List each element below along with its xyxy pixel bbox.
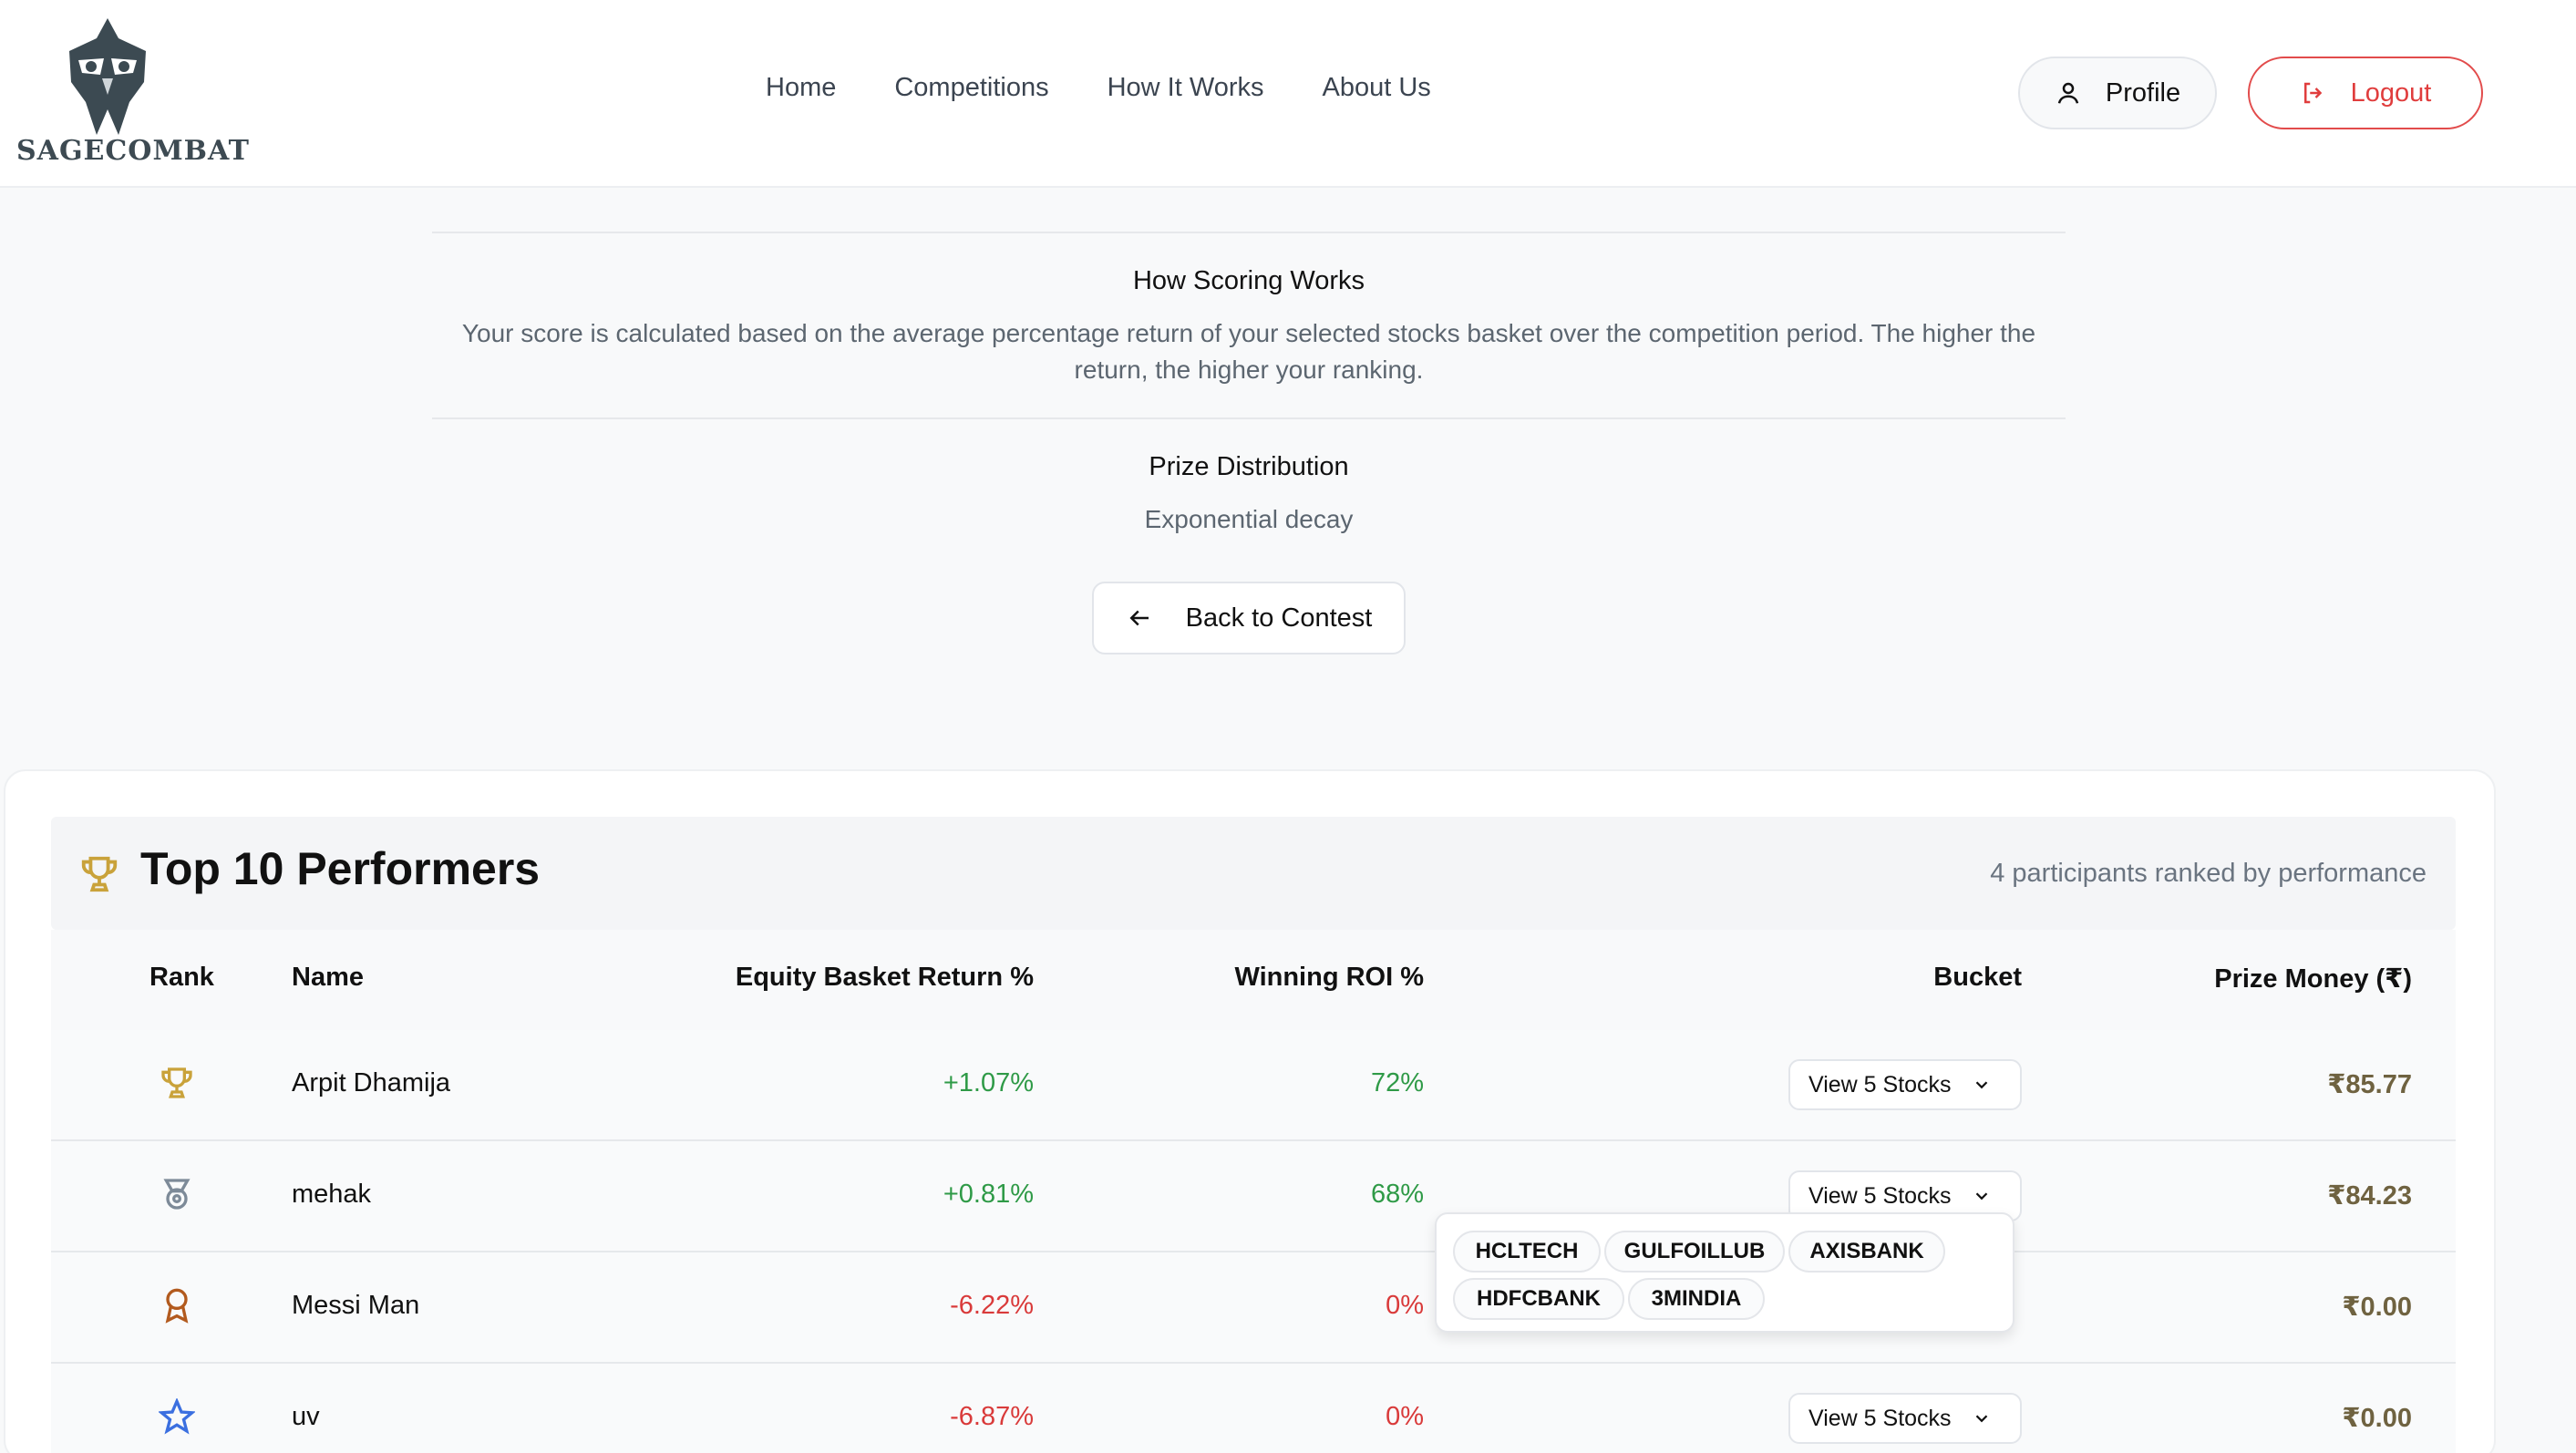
table-header: Rank Name Equity Basket Return % Winning… — [51, 930, 2456, 1030]
top-header: SAGECOMBAT Home Competitions How It Work… — [0, 0, 2576, 188]
participant-name: Arpit Dhamija — [292, 1068, 451, 1097]
stock-chip: GULFOILLUB — [1604, 1231, 1785, 1273]
column-rank: Rank — [149, 963, 214, 992]
nav-about-us[interactable]: About Us — [1323, 73, 1431, 103]
divider — [432, 232, 2066, 233]
column-bucket: Bucket — [1933, 963, 2022, 992]
arrow-left-icon — [1129, 610, 1149, 626]
scoring-title: How Scoring Works — [1132, 266, 1365, 295]
owl-helmet-icon — [69, 18, 146, 135]
leaderboard-title: Top 10 Performers — [140, 843, 541, 894]
column-equity-return: Equity Basket Return % — [735, 963, 1034, 992]
prize-money: ₹0.00 — [2342, 1293, 2412, 1322]
trophy-icon — [81, 856, 118, 892]
table-row: Messi Man -6.22% 0% ₹0.00 — [51, 1252, 2456, 1364]
trophy-icon — [161, 1067, 192, 1098]
profile-button[interactable]: Profile — [2018, 57, 2217, 129]
back-label: Back to Contest — [1185, 603, 1373, 633]
logout-button[interactable]: Logout — [2248, 57, 2483, 129]
view-stocks-label: View 5 Stocks — [1808, 1405, 1952, 1431]
column-name: Name — [292, 963, 364, 992]
equity-return: -6.22% — [950, 1291, 1034, 1320]
table-row: mehak +0.81% 68% View 5 Stocks ₹84.23 — [51, 1141, 2456, 1252]
view-stocks-button[interactable]: View 5 Stocks — [1788, 1059, 2022, 1110]
stock-chip: AXISBANK — [1788, 1231, 1945, 1273]
scoring-text: Your score is calculated based on the av… — [461, 319, 2036, 384]
nav-competitions[interactable]: Competitions — [894, 73, 1048, 103]
participant-name: Messi Man — [292, 1291, 420, 1320]
nav-home[interactable]: Home — [766, 73, 836, 103]
logo-text: SAGECOMBAT — [16, 135, 250, 167]
winning-roi: 72% — [1370, 1068, 1424, 1097]
medal-icon — [163, 1179, 191, 1210]
leaderboard-card: Top 10 Performers 4 participants ranked … — [4, 769, 2496, 1453]
view-stocks-label: View 5 Stocks — [1808, 1182, 1952, 1209]
equity-return: -6.87% — [950, 1402, 1034, 1431]
prize-text: Exponential decay — [1144, 505, 1354, 533]
sagecombat-logo[interactable]: SAGECOMBAT — [16, 18, 249, 169]
winning-roi: 0% — [1386, 1402, 1424, 1431]
participant-name: mehak — [292, 1180, 372, 1209]
table-row: uv -6.87% 0% View 5 Stocks ₹0.00 — [51, 1364, 2456, 1453]
divider — [432, 417, 2066, 419]
winning-roi: 68% — [1370, 1180, 1424, 1209]
chevron-down-icon — [1975, 1081, 1987, 1089]
column-prize: Prize Money (₹) — [2214, 964, 2412, 994]
winning-roi: 0% — [1386, 1291, 1424, 1320]
equity-return: +0.81% — [943, 1180, 1034, 1209]
prize-money: ₹85.77 — [2327, 1070, 2412, 1099]
user-icon — [2057, 82, 2079, 104]
stock-chip: HCLTECH — [1453, 1231, 1601, 1273]
leaderboard-header: Top 10 Performers 4 participants ranked … — [51, 817, 2456, 930]
star-icon — [159, 1398, 195, 1435]
award-icon — [165, 1288, 189, 1324]
view-stocks-label: View 5 Stocks — [1808, 1071, 1952, 1097]
profile-label: Profile — [2105, 77, 2181, 108]
view-stocks-button[interactable]: View 5 Stocks — [1788, 1393, 2022, 1444]
column-roi: Winning ROI % — [1234, 963, 1424, 992]
participant-name: uv — [292, 1402, 320, 1431]
prize-money: ₹0.00 — [2342, 1404, 2412, 1433]
stock-chip: 3MINDIA — [1628, 1278, 1765, 1320]
prize-title: Prize Distribution — [1149, 452, 1349, 481]
nav-how-it-works[interactable]: How It Works — [1108, 73, 1264, 103]
table-row: Arpit Dhamija +1.07% 72% View 5 Stocks ₹… — [51, 1030, 2456, 1141]
stocks-popover: HCLTECH GULFOILLUB AXISBANK HDFCBANK 3MI… — [1435, 1212, 2014, 1333]
chevron-down-icon — [1975, 1415, 1987, 1423]
leaderboard-subtitle: 4 participants ranked by performance — [1990, 859, 2427, 888]
main-nav: Home Competitions How It Works About Us — [766, 73, 1431, 103]
stock-chip: HDFCBANK — [1453, 1278, 1624, 1320]
logout-label: Logout — [2350, 77, 2432, 108]
equity-return: +1.07% — [943, 1068, 1034, 1097]
back-to-contest-button[interactable]: Back to Contest — [1092, 582, 1406, 654]
logout-icon — [2303, 82, 2322, 104]
prize-money: ₹84.23 — [2327, 1181, 2412, 1211]
chevron-down-icon — [1975, 1192, 1987, 1201]
